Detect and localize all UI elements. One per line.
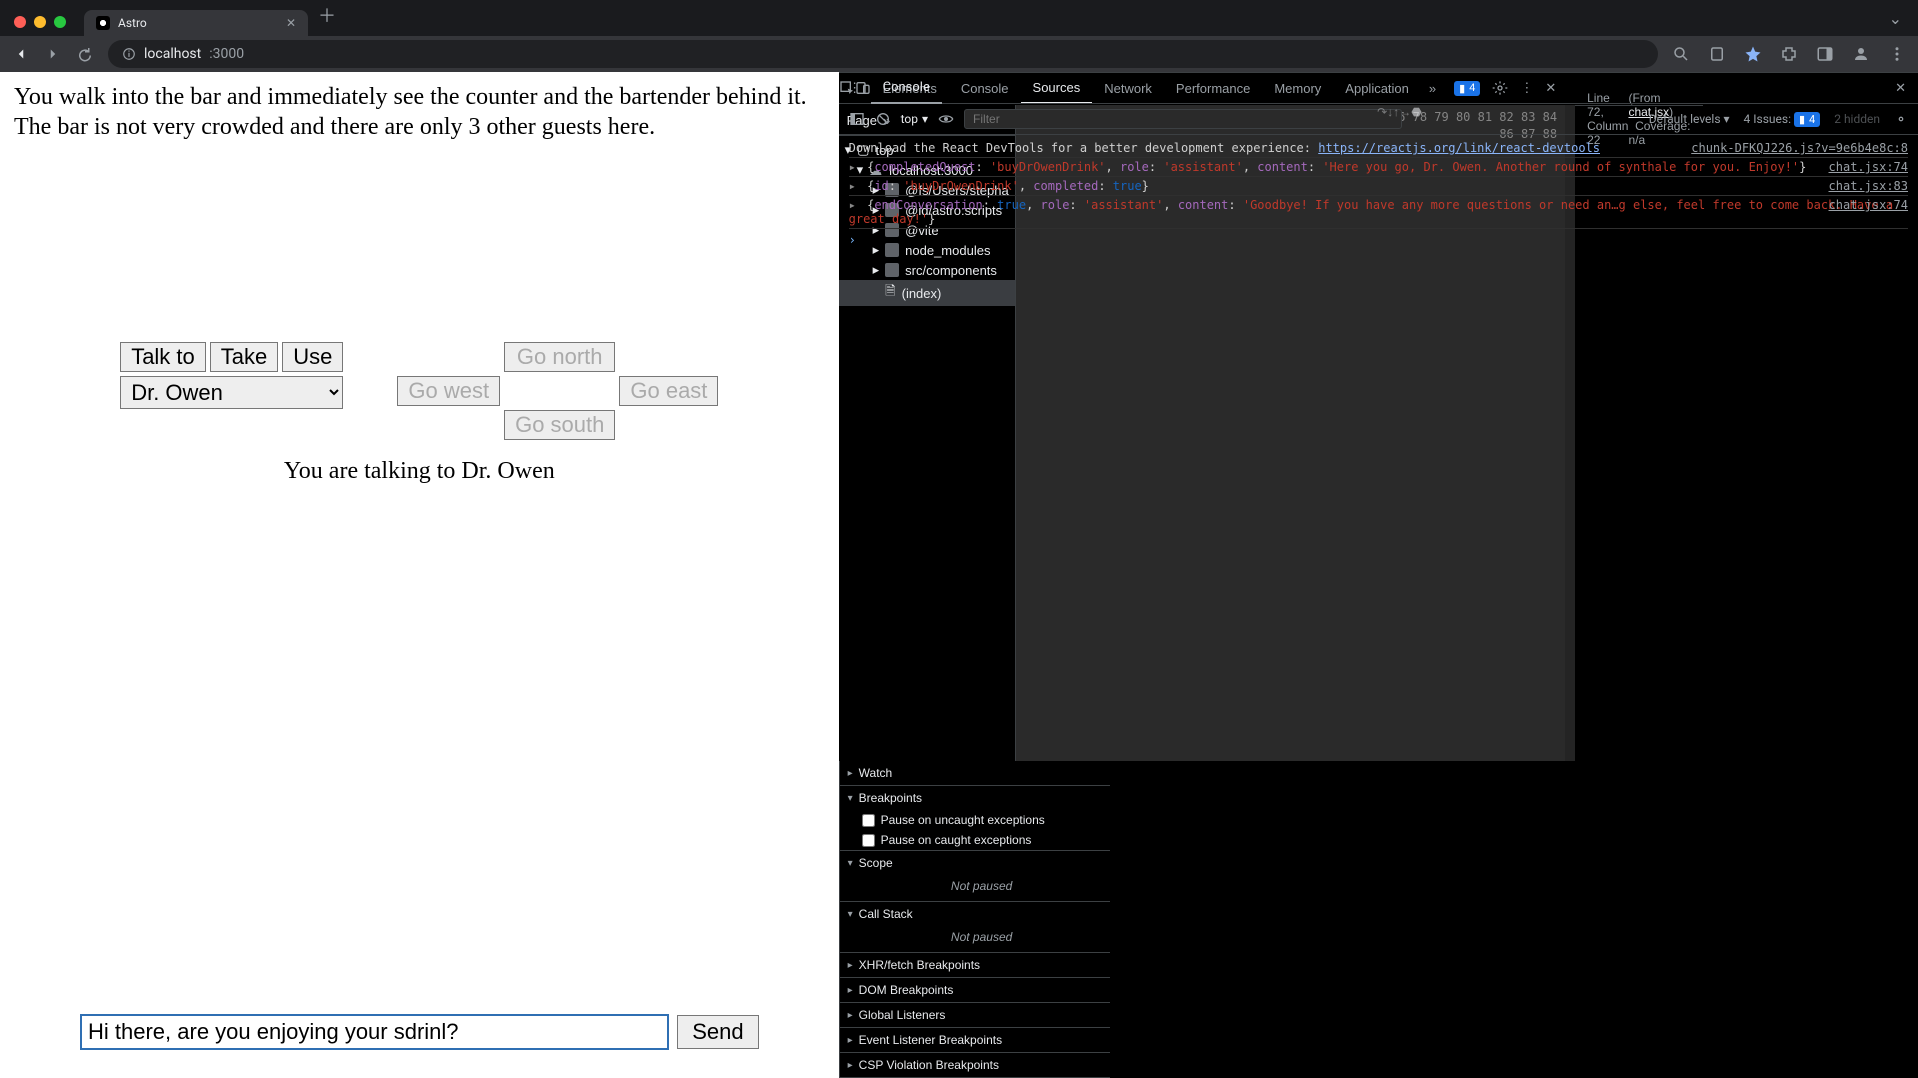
- live-expression-icon[interactable]: [938, 111, 954, 127]
- url-host: localhost: [144, 46, 201, 62]
- console-object[interactable]: {endConversation: true, role: 'assistant…: [849, 198, 1893, 226]
- go-west-button[interactable]: Go west: [397, 376, 500, 406]
- search-icon[interactable]: [1672, 45, 1690, 63]
- browser-tab[interactable]: Astro ✕: [84, 10, 308, 36]
- section-global[interactable]: Global Listeners: [840, 1003, 1110, 1027]
- chevron-down-icon: ▾: [922, 112, 928, 126]
- log-source-link[interactable]: chat.jsx:74: [1829, 198, 1908, 212]
- callstack-not-paused: Not paused: [840, 926, 1110, 952]
- close-window-button[interactable]: [14, 16, 26, 28]
- clear-console-icon[interactable]: [875, 111, 891, 127]
- console-prompt[interactable]: ›: [849, 229, 1908, 247]
- npc-select[interactable]: Dr. Owen: [120, 376, 343, 409]
- console-sidebar-toggle-icon[interactable]: [849, 111, 865, 127]
- issues-summary[interactable]: 4 Issues: ▮ 4: [1744, 112, 1821, 127]
- go-east-button[interactable]: Go east: [619, 376, 718, 406]
- step-over-icon[interactable]: ↷: [1377, 105, 1387, 135]
- section-event[interactable]: Event Listener Breakpoints: [840, 1028, 1110, 1052]
- astro-favicon: [96, 16, 110, 30]
- log-source-link[interactable]: chat.jsx:83: [1829, 179, 1908, 193]
- section-csp[interactable]: CSP Violation Breakpoints: [840, 1053, 1110, 1077]
- section-scope[interactable]: Scope: [840, 851, 1110, 875]
- console-filter-input[interactable]: [964, 109, 1402, 129]
- reload-button[interactable]: [76, 45, 94, 63]
- hidden-count[interactable]: 2 hidden: [1834, 112, 1880, 126]
- log-source-link[interactable]: chat.jsx:74: [1829, 160, 1908, 174]
- narrative-text: You walk into the bar and immediately se…: [0, 72, 839, 142]
- new-tab-button[interactable]: ＋: [308, 0, 346, 36]
- execution-context-select[interactable]: top ▾: [901, 112, 928, 126]
- minimize-window-button[interactable]: [34, 16, 46, 28]
- tab-title: Astro: [118, 16, 147, 30]
- movement-grid: Go north Go west Go east Go south: [397, 342, 718, 440]
- chat-input[interactable]: [80, 1014, 669, 1050]
- section-watch[interactable]: Watch: [840, 761, 1110, 785]
- drawer-kebab-icon[interactable]: ⋮: [839, 81, 871, 96]
- log-source-link[interactable]: chunk-DFKQJ226.js?v=9e6b4e8c:8: [1691, 141, 1908, 155]
- console-object[interactable]: {completedQuest: 'buyDrOwenDrink', role:…: [867, 160, 1806, 174]
- expand-object-icon[interactable]: ▸: [849, 179, 856, 193]
- chat-bar: Send: [0, 1014, 839, 1078]
- close-tab-icon[interactable]: ✕: [286, 16, 296, 30]
- section-breakpoints[interactable]: Breakpoints: [840, 786, 1110, 810]
- go-south-button[interactable]: Go south: [504, 410, 615, 440]
- pause-caught-checkbox[interactable]: Pause on caught exceptions: [840, 830, 1110, 850]
- extensions-icon[interactable]: [1780, 45, 1798, 63]
- bookmark-star-icon[interactable]: [1744, 45, 1762, 63]
- url-port: :3000: [209, 46, 244, 62]
- action-controls: Talk to Take Use Dr. Owen Go north Go we…: [120, 342, 718, 440]
- deactivate-breakpoints-icon[interactable]: ⬣: [1411, 105, 1421, 135]
- go-north-button[interactable]: Go north: [504, 342, 615, 372]
- console-object[interactable]: {id: 'buyDrOwenDrink', completed: true}: [867, 179, 1149, 193]
- rendered-page: You walk into the bar and immediately se…: [0, 72, 839, 1078]
- talk-to-button[interactable]: Talk to: [120, 342, 206, 372]
- react-devtools-link[interactable]: https://reactjs.org/link/react-devtools: [1318, 141, 1600, 155]
- side-panel-icon[interactable]: [1816, 45, 1834, 63]
- console-output[interactable]: chunk-DFKQJ226.js?v=9e6b4e8c:8 Download …: [839, 135, 1918, 373]
- drawer-tab-console[interactable]: Console: [871, 72, 942, 104]
- drawer-close-icon[interactable]: ✕: [1883, 81, 1918, 96]
- section-dom[interactable]: DOM Breakpoints: [840, 978, 1110, 1002]
- scope-not-paused: Not paused: [840, 875, 1110, 901]
- talking-status: You are talking to Dr. Owen: [0, 458, 839, 485]
- url-field[interactable]: localhost :3000: [108, 40, 1658, 68]
- log-levels-select[interactable]: Default levels ▾: [1649, 112, 1730, 126]
- forward-button[interactable]: [44, 45, 62, 63]
- install-icon[interactable]: [1708, 45, 1726, 63]
- traffic-lights: [8, 16, 76, 36]
- address-bar: localhost :3000: [0, 36, 1918, 72]
- section-xhr[interactable]: XHR/fetch Breakpoints: [840, 953, 1110, 977]
- tabs-overflow-icon[interactable]: ⌄: [1873, 9, 1918, 36]
- step-icon[interactable]: →: [1399, 105, 1411, 135]
- fullscreen-window-button[interactable]: [54, 16, 66, 28]
- section-call-stack[interactable]: Call Stack: [840, 902, 1110, 926]
- kebab-menu-icon[interactable]: [1888, 45, 1906, 63]
- debugger-sidebar: Watch Breakpoints Pause on uncaught exce…: [839, 761, 1110, 1078]
- back-button[interactable]: [12, 45, 30, 63]
- use-button[interactable]: Use: [282, 342, 343, 372]
- site-info-icon: [122, 47, 136, 61]
- expand-object-icon[interactable]: ▸: [849, 198, 856, 212]
- profile-icon[interactable]: [1852, 45, 1870, 63]
- window-tab-strip: Astro ✕ ＋ ⌄: [0, 0, 1918, 36]
- pause-uncaught-checkbox[interactable]: Pause on uncaught exceptions: [840, 810, 1110, 830]
- send-button[interactable]: Send: [677, 1015, 758, 1049]
- console-settings-gear-icon[interactable]: [1894, 112, 1908, 126]
- take-button[interactable]: Take: [210, 342, 278, 372]
- expand-object-icon[interactable]: ▸: [849, 160, 856, 174]
